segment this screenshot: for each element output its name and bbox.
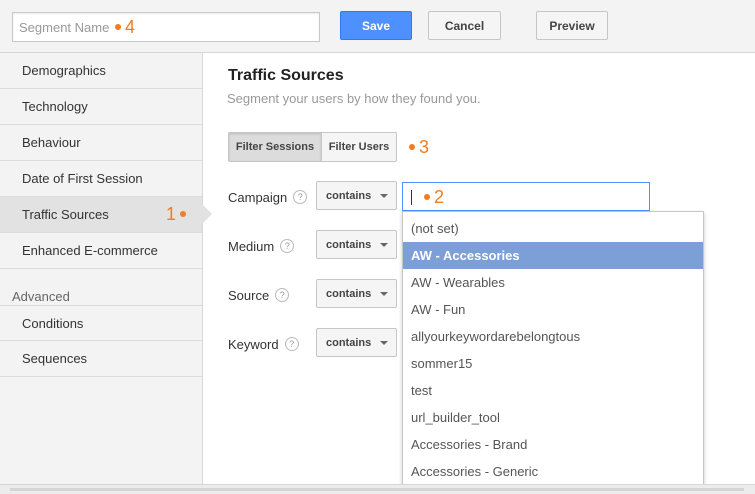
chevron-down-icon (380, 292, 388, 296)
list-item[interactable]: Accessories - Generic (403, 458, 703, 485)
chevron-down-icon (380, 194, 388, 198)
list-item[interactable]: url_builder_tool (403, 404, 703, 431)
list-item[interactable]: AW - Wearables (403, 269, 703, 296)
active-item-pointer (202, 204, 212, 224)
preview-button[interactable]: Preview (536, 11, 608, 40)
sidebar-item-technology[interactable]: Technology (0, 89, 202, 125)
cancel-button[interactable]: Cancel (428, 11, 501, 40)
campaign-label: Campaign ? (228, 187, 308, 207)
annotation-dot (409, 144, 415, 150)
chevron-down-icon (380, 243, 388, 247)
annotation-dot (180, 211, 187, 217)
source-operator-select[interactable]: contains (316, 279, 397, 308)
segment-toolbar: 4 Save Cancel Preview (0, 0, 755, 53)
sidebar-item-enhanced-ecommerce[interactable]: Enhanced E-commerce (0, 233, 202, 269)
chevron-down-icon (380, 341, 388, 345)
keyword-operator-select[interactable]: contains (316, 328, 397, 357)
annotation-marker-3: 3 (409, 137, 429, 157)
annotation-marker-1: 1 (166, 204, 187, 224)
page-title: Traffic Sources (228, 67, 344, 84)
segment-category-sidebar: Demographics Technology Behaviour Date o… (0, 53, 203, 484)
medium-label: Medium ? (228, 236, 295, 256)
help-icon[interactable]: ? (275, 288, 290, 302)
help-icon[interactable]: ? (280, 239, 295, 253)
filter-users-toggle[interactable]: Filter Users (321, 132, 397, 162)
annotation-marker-2: 2 (424, 187, 444, 207)
sidebar-item-date-of-first-session[interactable]: Date of First Session (0, 161, 202, 197)
sidebar-item-sequences[interactable]: Sequences (0, 341, 202, 377)
list-item[interactable]: allyourkeywordarebelongtous (403, 323, 703, 350)
list-item-highlighted[interactable]: AW - Accessories (403, 242, 703, 269)
campaign-operator-select[interactable]: contains (316, 181, 397, 210)
list-item[interactable]: sommer15 (403, 350, 703, 377)
annotation-dot (424, 194, 430, 200)
sidebar-item-demographics[interactable]: Demographics (0, 53, 202, 89)
save-button[interactable]: Save (340, 11, 412, 40)
list-item[interactable]: AW - Fun (403, 296, 703, 323)
keyword-label: Keyword ? (228, 334, 299, 354)
source-label: Source ? (228, 285, 290, 305)
segment-name-input[interactable] (12, 12, 320, 42)
text-cursor (411, 190, 412, 205)
medium-operator-select[interactable]: contains (316, 230, 397, 259)
sidebar-item-behaviour[interactable]: Behaviour (0, 125, 202, 161)
sidebar-item-conditions[interactable]: Conditions (0, 305, 202, 341)
filter-sessions-toggle[interactable]: Filter Sessions (228, 132, 322, 162)
help-icon[interactable]: ? (293, 190, 308, 204)
annotation-marker-4: 4 (115, 17, 135, 37)
horizontal-scrollbar[interactable] (10, 488, 744, 491)
help-icon[interactable]: ? (284, 337, 299, 351)
list-item[interactable]: (not set) (403, 215, 703, 242)
page-subtitle: Segment your users by how they found you… (227, 91, 481, 106)
annotation-dot (115, 24, 121, 30)
sidebar-section-advanced: Advanced (12, 289, 70, 304)
campaign-suggestions-dropdown: (not set) AW - Accessories AW - Wearable… (402, 211, 704, 487)
list-item[interactable]: test (403, 377, 703, 404)
list-item[interactable]: Accessories - Brand (403, 431, 703, 458)
